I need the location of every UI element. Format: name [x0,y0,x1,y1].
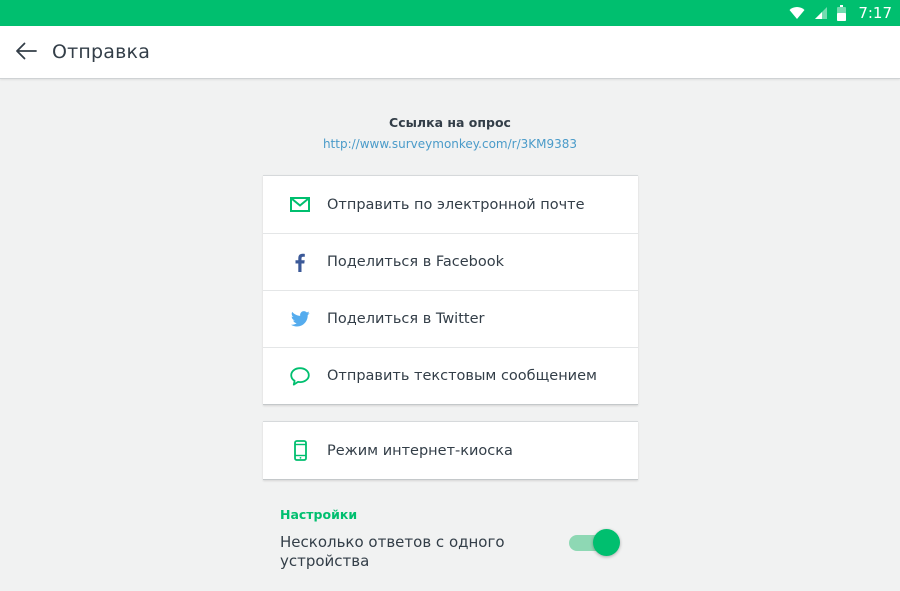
battery-icon [837,5,847,21]
kiosk-mode-item[interactable]: Режим интернет-киоска [263,422,638,479]
survey-link-url[interactable]: http://www.surveymonkey.com/r/3KM9383 [0,137,900,151]
share-email-item[interactable]: Отправить по электронной почте [263,176,638,233]
facebook-icon [289,251,311,273]
chat-bubble-icon [289,365,311,387]
app-bar: Отправка [0,26,900,79]
signal-icon [814,6,828,20]
share-facebook-label: Поделиться в Facebook [327,254,504,270]
status-icons: 7:17 [789,0,892,26]
phone-icon [289,440,311,462]
share-twitter-label: Поделиться в Twitter [327,311,485,327]
survey-link-label: Ссылка на опрос [389,115,511,130]
mail-icon [289,194,311,216]
settings-section-title: Настройки [280,507,358,522]
toggle-thumb[interactable] [593,529,620,556]
share-facebook-item[interactable]: Поделиться в Facebook [263,233,638,290]
status-bar: 7:17 [0,0,900,26]
share-sms-item[interactable]: Отправить текстовым сообщением [263,347,638,404]
multiple-responses-label: Несколько ответов с одного устройства [280,533,505,570]
share-sms-label: Отправить текстовым сообщением [327,368,597,384]
wifi-icon [789,6,805,20]
share-email-label: Отправить по электронной почте [327,196,585,213]
multiple-responses-toggle[interactable] [567,528,623,558]
arrow-left-icon [15,42,37,64]
share-twitter-item[interactable]: Поделиться в Twitter [263,290,638,347]
page-title: Отправка [52,41,151,63]
back-button[interactable] [11,38,41,68]
kiosk-card: Режим интернет-киоска [263,421,638,480]
clock: 7:17 [858,4,892,22]
twitter-icon [289,308,311,330]
share-options-card: Отправить по электронной почте Поделитьс… [263,175,638,405]
kiosk-mode-label: Режим интернет-киоска [327,442,513,459]
